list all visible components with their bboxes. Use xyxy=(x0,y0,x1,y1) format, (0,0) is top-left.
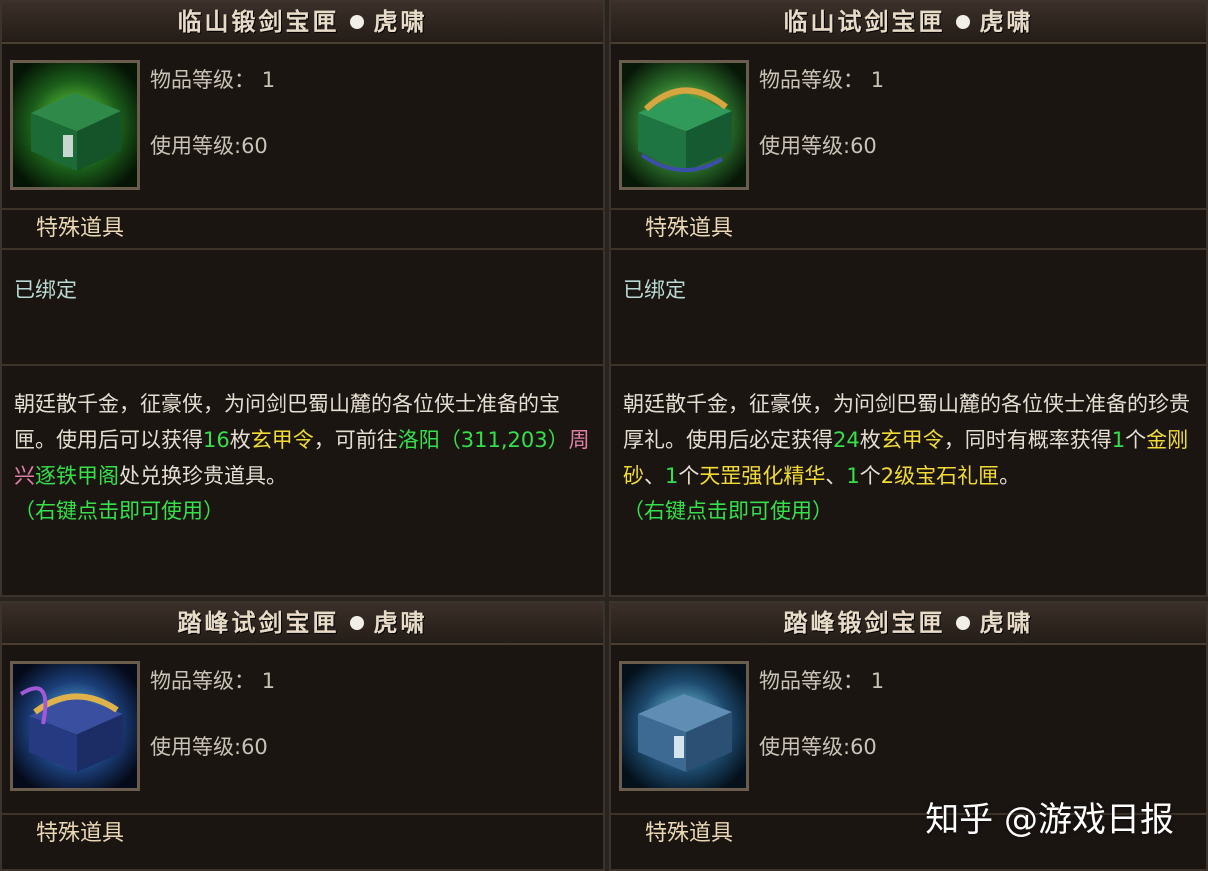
desc-text: 、 xyxy=(644,464,665,488)
desc-item: 天罡强化精华 xyxy=(699,464,826,488)
item-level-value: 1 xyxy=(261,68,276,92)
item-level-label: 物品等级： xyxy=(759,68,864,92)
item-subtitle: 虎啸 xyxy=(979,608,1034,637)
desc-text: 。 xyxy=(999,464,1021,488)
desc-text: ，可前往 xyxy=(313,428,398,452)
category-section: 特殊道具 xyxy=(2,815,603,855)
desc-text: ，同时有概率获得 xyxy=(943,428,1112,452)
desc-text: 处兑换珍贵道具。 xyxy=(119,464,287,488)
item-category: 特殊道具 xyxy=(36,216,125,241)
desc-shop: 逐铁甲阁 xyxy=(35,464,119,488)
item-category: 特殊道具 xyxy=(645,216,734,241)
watermark: 知乎 @游戏日报 xyxy=(925,800,1174,840)
desc-unit: 个 xyxy=(859,464,881,488)
item-title: 临山锻剑宝匣 虎啸 xyxy=(2,2,603,44)
use-level: 使用等级:60 xyxy=(759,134,877,158)
category-section: 特殊道具 xyxy=(2,210,603,250)
item-name: 踏峰试剑宝匣 xyxy=(177,608,340,637)
blue-treasure-chest-icon[interactable] xyxy=(619,661,749,791)
item-level-value: 1 xyxy=(870,68,885,92)
green-treasure-chest-icon[interactable] xyxy=(10,60,140,190)
use-level: 使用等级:60 xyxy=(759,735,877,759)
item-tooltip-card: 临山锻剑宝匣 虎啸 物品等级： 1 使用等级:60 特殊道具 已绑定 朝廷散千金，… xyxy=(0,0,605,597)
item-subtitle: 虎啸 xyxy=(979,7,1034,36)
item-level-label: 物品等级： xyxy=(759,669,864,693)
desc-unit: 个 xyxy=(678,464,700,488)
item-name: 踏峰锻剑宝匣 xyxy=(783,608,946,637)
item-title: 临山试剑宝匣 虎啸 xyxy=(611,2,1206,44)
item-category: 特殊道具 xyxy=(36,821,125,846)
item-level: 物品等级： 1 xyxy=(759,665,884,695)
item-title: 踏峰锻剑宝匣 虎啸 xyxy=(611,603,1206,645)
item-info-section: 物品等级： 1 使用等级:60 xyxy=(611,44,1206,210)
green-gold-treasure-chest-icon[interactable] xyxy=(619,60,749,190)
item-description: 朝廷散千金，征豪侠，为问剑巴蜀山麓的各位侠士准备的宝匣。使用后可以获得16枚玄甲… xyxy=(2,366,603,494)
use-level: 使用等级:60 xyxy=(150,735,268,759)
bind-status: 已绑定 xyxy=(14,278,77,302)
desc-item: 玄甲令 xyxy=(250,428,314,452)
desc-count: 1 xyxy=(1111,428,1126,452)
desc-text: 、 xyxy=(825,464,847,488)
desc-count: 1 xyxy=(665,464,679,488)
bullet-dot-icon xyxy=(955,15,970,29)
item-title: 踏峰试剑宝匣 虎啸 xyxy=(2,603,603,645)
item-tooltip-card: 踏峰试剑宝匣 虎啸 物品等级： 1 使用等级:60 特殊道具 xyxy=(0,601,605,871)
use-level: 使用等级:60 xyxy=(150,134,268,158)
item-description: 朝廷散千金，征豪侠，为问剑巴蜀山麓的各位侠士准备的珍贵厚礼。使用后必定获得24枚… xyxy=(611,366,1206,494)
item-tooltip-card: 临山试剑宝匣 虎啸 物品等级： 1 使用等级:60 特殊道具 已绑定 朝廷散千金，… xyxy=(609,0,1208,597)
bind-status: 已绑定 xyxy=(623,278,686,302)
item-info-section: 物品等级： 1 使用等级:60 xyxy=(2,645,603,815)
item-subtitle: 虎啸 xyxy=(373,7,428,36)
bullet-dot-icon xyxy=(349,616,364,630)
bullet-dot-icon xyxy=(349,15,364,29)
desc-count: 16 xyxy=(203,428,230,452)
item-level-value: 1 xyxy=(870,669,885,693)
item-level: 物品等级： 1 xyxy=(150,665,275,695)
desc-unit: 枚 xyxy=(859,428,881,452)
item-info-section: 物品等级： 1 使用等级:60 xyxy=(2,44,603,210)
desc-location: 洛阳（311,203） xyxy=(397,428,569,452)
item-level: 物品等级： 1 xyxy=(759,64,884,94)
bind-section: 已绑定 xyxy=(2,250,603,366)
description-section: 朝廷散千金，征豪侠，为问剑巴蜀山麓的各位侠士准备的宝匣。使用后可以获得16枚玄甲… xyxy=(2,366,603,595)
desc-item: 玄甲令 xyxy=(880,428,944,452)
desc-unit: 枚 xyxy=(229,428,251,452)
desc-item: 2级宝石礼匣 xyxy=(880,464,1000,488)
item-info-section: 物品等级： 1 使用等级:60 xyxy=(611,645,1206,815)
description-section: 朝廷散千金，征豪侠，为问剑巴蜀山麓的各位侠士准备的珍贵厚礼。使用后必定获得24枚… xyxy=(611,366,1206,595)
blue-gold-treasure-chest-icon[interactable] xyxy=(10,661,140,791)
item-level-value: 1 xyxy=(261,669,276,693)
usage-hint: （右键点击即可使用） xyxy=(623,499,833,523)
desc-count: 1 xyxy=(846,464,860,488)
category-section: 特殊道具 xyxy=(611,210,1206,250)
desc-count: 24 xyxy=(833,428,860,452)
item-name: 临山锻剑宝匣 xyxy=(177,7,340,36)
item-level-label: 物品等级： xyxy=(150,68,255,92)
desc-unit: 个 xyxy=(1125,428,1147,452)
bullet-dot-icon xyxy=(955,616,970,630)
item-level: 物品等级： 1 xyxy=(150,64,275,94)
item-subtitle: 虎啸 xyxy=(373,608,428,637)
item-level-label: 物品等级： xyxy=(150,669,255,693)
item-name: 临山试剑宝匣 xyxy=(783,7,946,36)
usage-hint: （右键点击即可使用） xyxy=(14,499,224,523)
bind-section: 已绑定 xyxy=(611,250,1206,366)
